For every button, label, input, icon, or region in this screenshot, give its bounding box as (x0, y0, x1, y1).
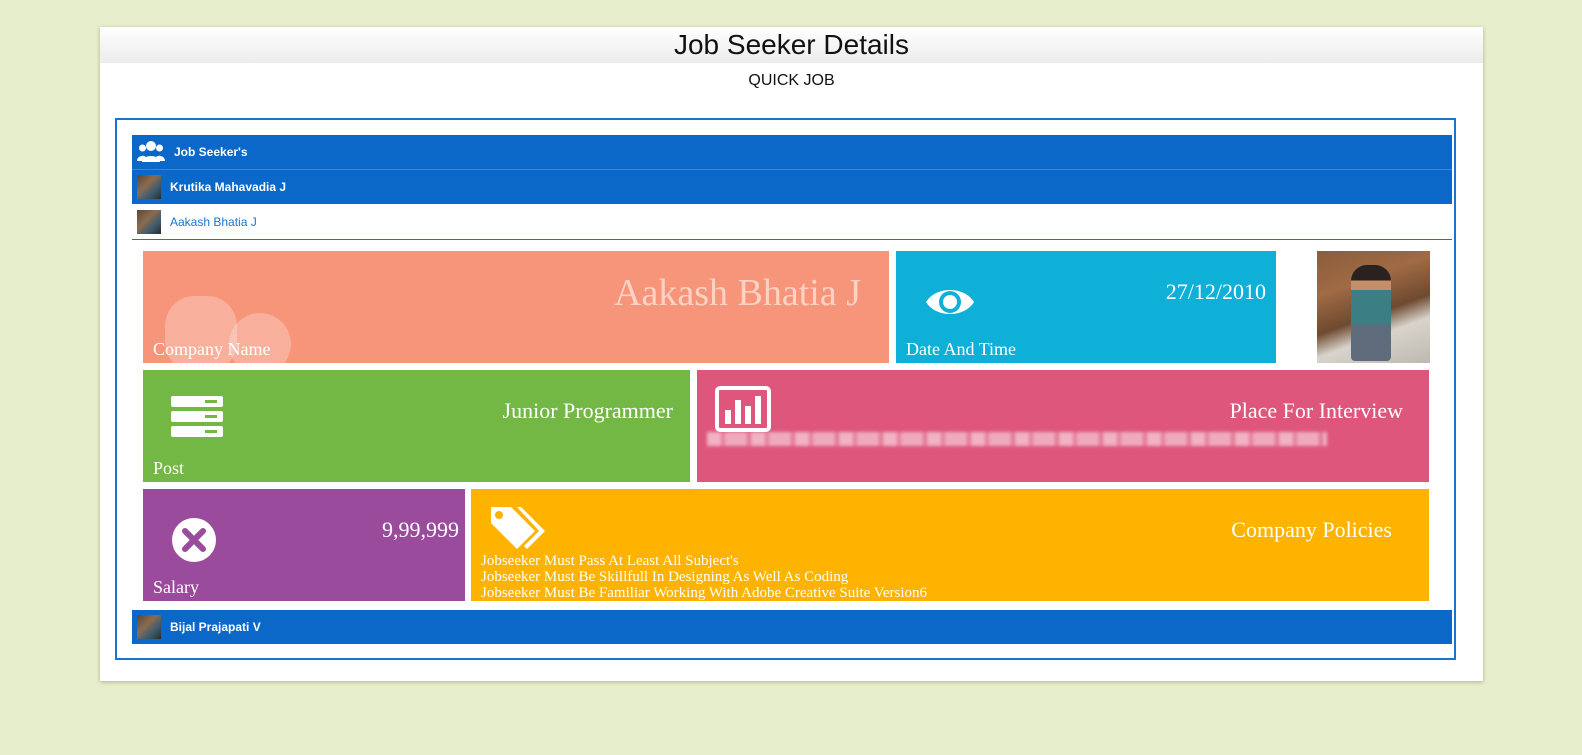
job-seeker-photo (1317, 251, 1430, 363)
tags-icon (491, 507, 545, 549)
post-tile: Junior Programmer Post (143, 370, 690, 482)
users-icon (136, 139, 166, 165)
company-name-value: Aakash Bhatia J (614, 272, 861, 314)
date-tile: 27/12/2010 Date And Time (896, 251, 1276, 363)
date-value: 27/12/2010 (1165, 279, 1266, 304)
page-title: Job Seeker Details (100, 27, 1483, 63)
salary-label: Salary (153, 577, 199, 597)
list-item-krutika[interactable]: Krutika Mahavadia J (132, 170, 1452, 204)
list-header: Job Seeker's (132, 135, 1452, 170)
policies-value: Company Policies (1231, 517, 1392, 542)
page-subtitle: QUICK JOB (748, 72, 835, 89)
job-seeker-frame: Job Seeker's Krutika Mahavadia J Aakash … (115, 118, 1456, 660)
eye-icon (926, 290, 974, 314)
list-header-label: Job Seeker's (174, 145, 248, 159)
salary-tile: 9,99,999 Salary (143, 489, 465, 601)
policy-line: Jobseeker Must Pass At Least All Subject… (481, 553, 739, 569)
list-item-label: Krutika Mahavadia J (170, 180, 287, 194)
company-name-tile: Aakash Bhatia J Company Name (143, 251, 889, 363)
details-panel: Job Seeker Details QUICK JOB Job Seeker'… (100, 27, 1483, 681)
policies-tile: Company Policies Jobseeker Must Pass At … (471, 489, 1429, 601)
avatar (137, 210, 161, 234)
salary-value: 9,99,999 (382, 517, 459, 542)
place-tile: Place For Interview (697, 370, 1429, 482)
list-item-bijal[interactable]: Bijal Prajapati V (132, 610, 1452, 644)
date-label: Date And Time (906, 339, 1017, 359)
post-label: Post (153, 458, 185, 478)
company-name-label: Company Name (153, 339, 271, 359)
policy-line: Jobseeker Must Be Familiar Working With … (481, 585, 928, 601)
blurred-address (707, 432, 1327, 446)
policy-line: Jobseeker Must Be Skillfull In Designing… (481, 569, 849, 585)
list-item-aakash[interactable]: Aakash Bhatia J (132, 205, 1452, 240)
place-value: Place For Interview (1229, 398, 1404, 423)
avatar (137, 615, 161, 639)
list-item-label: Bijal Prajapati V (170, 620, 261, 634)
bar-chart-icon (715, 386, 771, 432)
photo-person (1351, 265, 1391, 361)
avatar (137, 175, 161, 199)
server-icon (171, 396, 223, 437)
close-circle-icon (172, 518, 216, 562)
list-item-label: Aakash Bhatia J (170, 215, 257, 229)
post-value: Junior Programmer (502, 398, 673, 423)
policies-list: Jobseeker Must Pass At Least All Subject… (481, 553, 927, 601)
